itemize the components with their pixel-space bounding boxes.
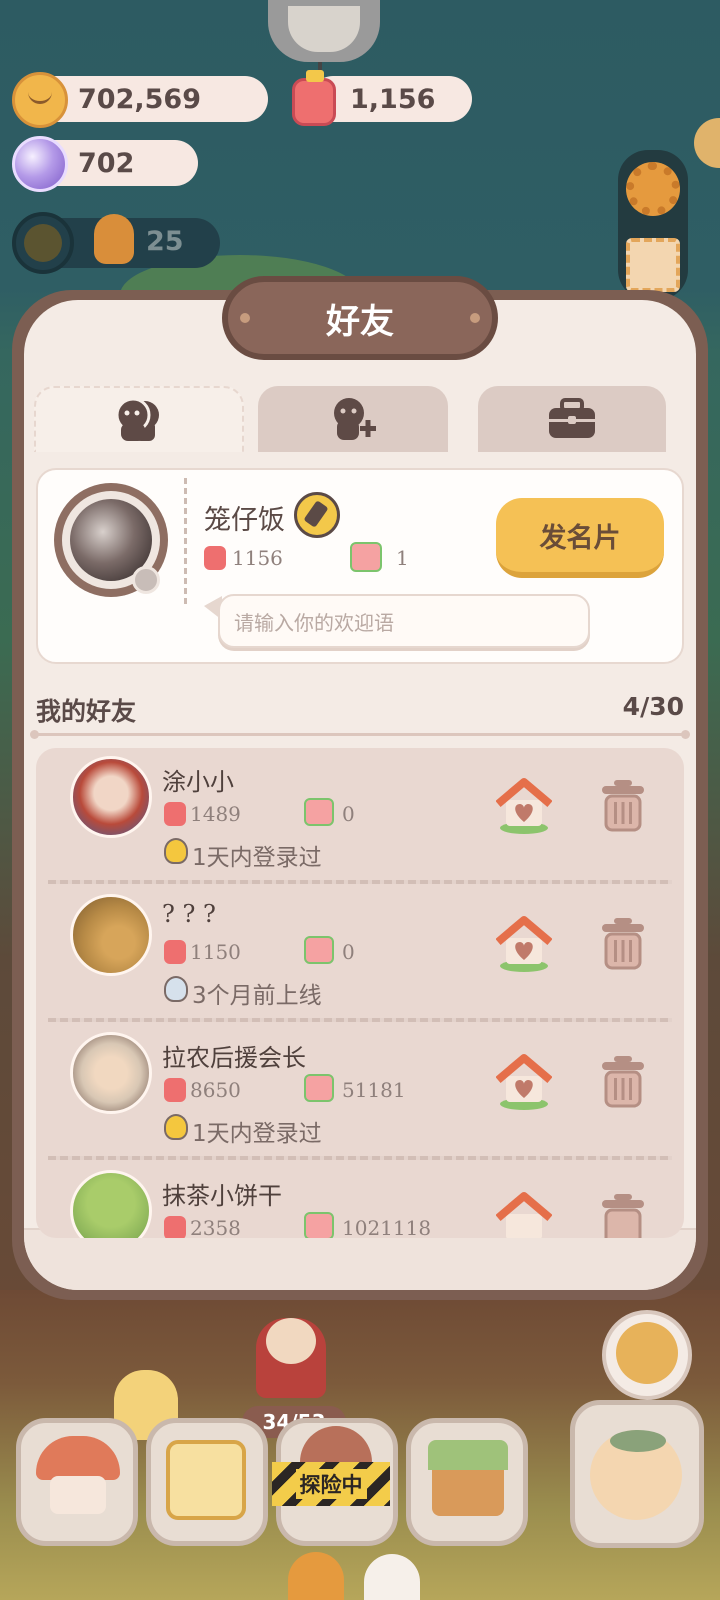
friend-name: 抹茶小饼干 xyxy=(162,1182,282,1210)
friend-gift-count: 0 xyxy=(342,940,355,964)
friend-jam-count: 8650 xyxy=(190,1078,241,1102)
friends-section-title: 我的好友 xyxy=(36,697,137,726)
greeting-input[interactable]: 请输入你的欢迎语 xyxy=(218,594,590,648)
exploring-tape: 探险中 xyxy=(272,1462,390,1506)
visit-house-icon[interactable] xyxy=(496,1192,552,1238)
side-character-icon xyxy=(616,1322,678,1384)
section-divider-dot xyxy=(681,730,690,739)
jam-icon xyxy=(164,802,186,826)
lightbulb-icon xyxy=(164,976,188,1002)
jam-crown xyxy=(306,70,324,82)
cookie-character xyxy=(288,1552,344,1600)
gift-icon xyxy=(304,798,334,826)
sun-core xyxy=(24,224,62,262)
friends-icon xyxy=(115,397,159,441)
row-divider xyxy=(48,1156,672,1160)
change-avatar-icon[interactable] xyxy=(132,566,160,594)
gem-amount: 702 xyxy=(78,147,135,179)
friend-avatar[interactable] xyxy=(70,1170,152,1238)
gem-icon xyxy=(12,136,68,192)
panel-title: 好友 xyxy=(326,301,394,342)
lightbulb-icon xyxy=(164,838,188,864)
shop-stall-icon xyxy=(428,1440,508,1470)
friend-gift-count: 0 xyxy=(342,802,355,826)
add-friend-icon xyxy=(334,398,376,440)
friend-avatar[interactable] xyxy=(70,894,152,976)
cookie-card-icon[interactable] xyxy=(626,238,680,292)
delete-friend-icon[interactable] xyxy=(600,778,646,832)
profile-name: 笼仔饭 xyxy=(204,505,285,536)
jam-icon xyxy=(204,546,226,570)
briefcase-icon xyxy=(549,398,595,438)
jam-icon xyxy=(164,1078,186,1102)
friend-row[interactable]: ? ? ? 1150 0 3个月前上线 xyxy=(36,886,684,1026)
visit-house-icon[interactable] xyxy=(496,1054,552,1110)
friend-row[interactable]: 涂小小 1489 0 1天内登录过 xyxy=(36,748,684,888)
delete-friend-icon[interactable] xyxy=(600,916,646,970)
friends-list[interactable]: 涂小小 1489 0 1天内登录过 ? ? ? 1150 0 3个月前上线 拉农… xyxy=(36,748,684,1238)
gift-icon xyxy=(304,1212,334,1238)
friend-row[interactable]: 拉农后援会长 8650 51181 1天内登录过 xyxy=(36,1024,684,1164)
cookie-amount: 702,569 xyxy=(78,83,201,115)
friend-status: 1天内登录过 xyxy=(192,1121,322,1147)
profile-gift-count: 1 xyxy=(396,546,409,570)
friend-name: 拉农后援会长 xyxy=(162,1044,306,1072)
energy-count: 25 xyxy=(146,226,184,257)
friend-jam-count: 1150 xyxy=(190,940,241,964)
jam-icon xyxy=(292,78,336,126)
jam-icon xyxy=(164,1216,186,1238)
send-card-button[interactable]: 发名片 xyxy=(496,498,664,578)
character-head xyxy=(266,1318,316,1364)
tab-friends[interactable] xyxy=(34,386,244,452)
friend-gift-count: 1021118 xyxy=(342,1216,432,1238)
gift-icon xyxy=(304,1074,334,1102)
fish-icon xyxy=(610,1430,666,1452)
jam-amount: 1,156 xyxy=(350,83,436,115)
mushroom-house-base xyxy=(50,1476,106,1514)
section-divider xyxy=(34,733,686,736)
row-divider xyxy=(48,1018,672,1022)
friend-jam-count: 2358 xyxy=(190,1216,241,1238)
lightbulb-icon xyxy=(164,1114,188,1140)
shop-counter xyxy=(432,1470,504,1516)
notebook-icon xyxy=(166,1440,246,1520)
friend-status: 3个月前上线 xyxy=(192,983,322,1009)
section-divider-dot xyxy=(30,730,39,739)
friend-avatar[interactable] xyxy=(70,756,152,838)
friend-jam-count: 1489 xyxy=(190,802,241,826)
gift-icon xyxy=(304,936,334,964)
cookie-man-icon xyxy=(94,214,134,264)
tab-add-friend[interactable] xyxy=(258,386,448,452)
gift-icon xyxy=(350,542,382,572)
exploring-label: 探险中 xyxy=(295,1469,367,1499)
friend-row[interactable]: 抹茶小饼干 2358 1021118 xyxy=(36,1162,684,1238)
jam-icon xyxy=(164,940,186,964)
profile-divider xyxy=(184,478,187,604)
friend-avatar[interactable] xyxy=(70,1032,152,1114)
friend-name: ? ? ? xyxy=(162,900,216,928)
profile-jam-count: 1156 xyxy=(232,546,283,570)
settings-gear-icon[interactable] xyxy=(626,162,680,216)
delete-friend-icon[interactable] xyxy=(600,1054,646,1108)
friend-gift-count: 51181 xyxy=(342,1078,406,1102)
friend-name: 涂小小 xyxy=(162,768,234,796)
friends-count: 4/30 xyxy=(622,692,684,721)
delete-friend-icon[interactable] xyxy=(600,1192,646,1238)
tab-briefcase[interactable] xyxy=(478,386,666,452)
visit-house-icon[interactable] xyxy=(496,778,552,834)
friend-status: 1天内登录过 xyxy=(192,845,322,871)
row-divider xyxy=(48,880,672,884)
visit-house-icon[interactable] xyxy=(496,916,552,972)
